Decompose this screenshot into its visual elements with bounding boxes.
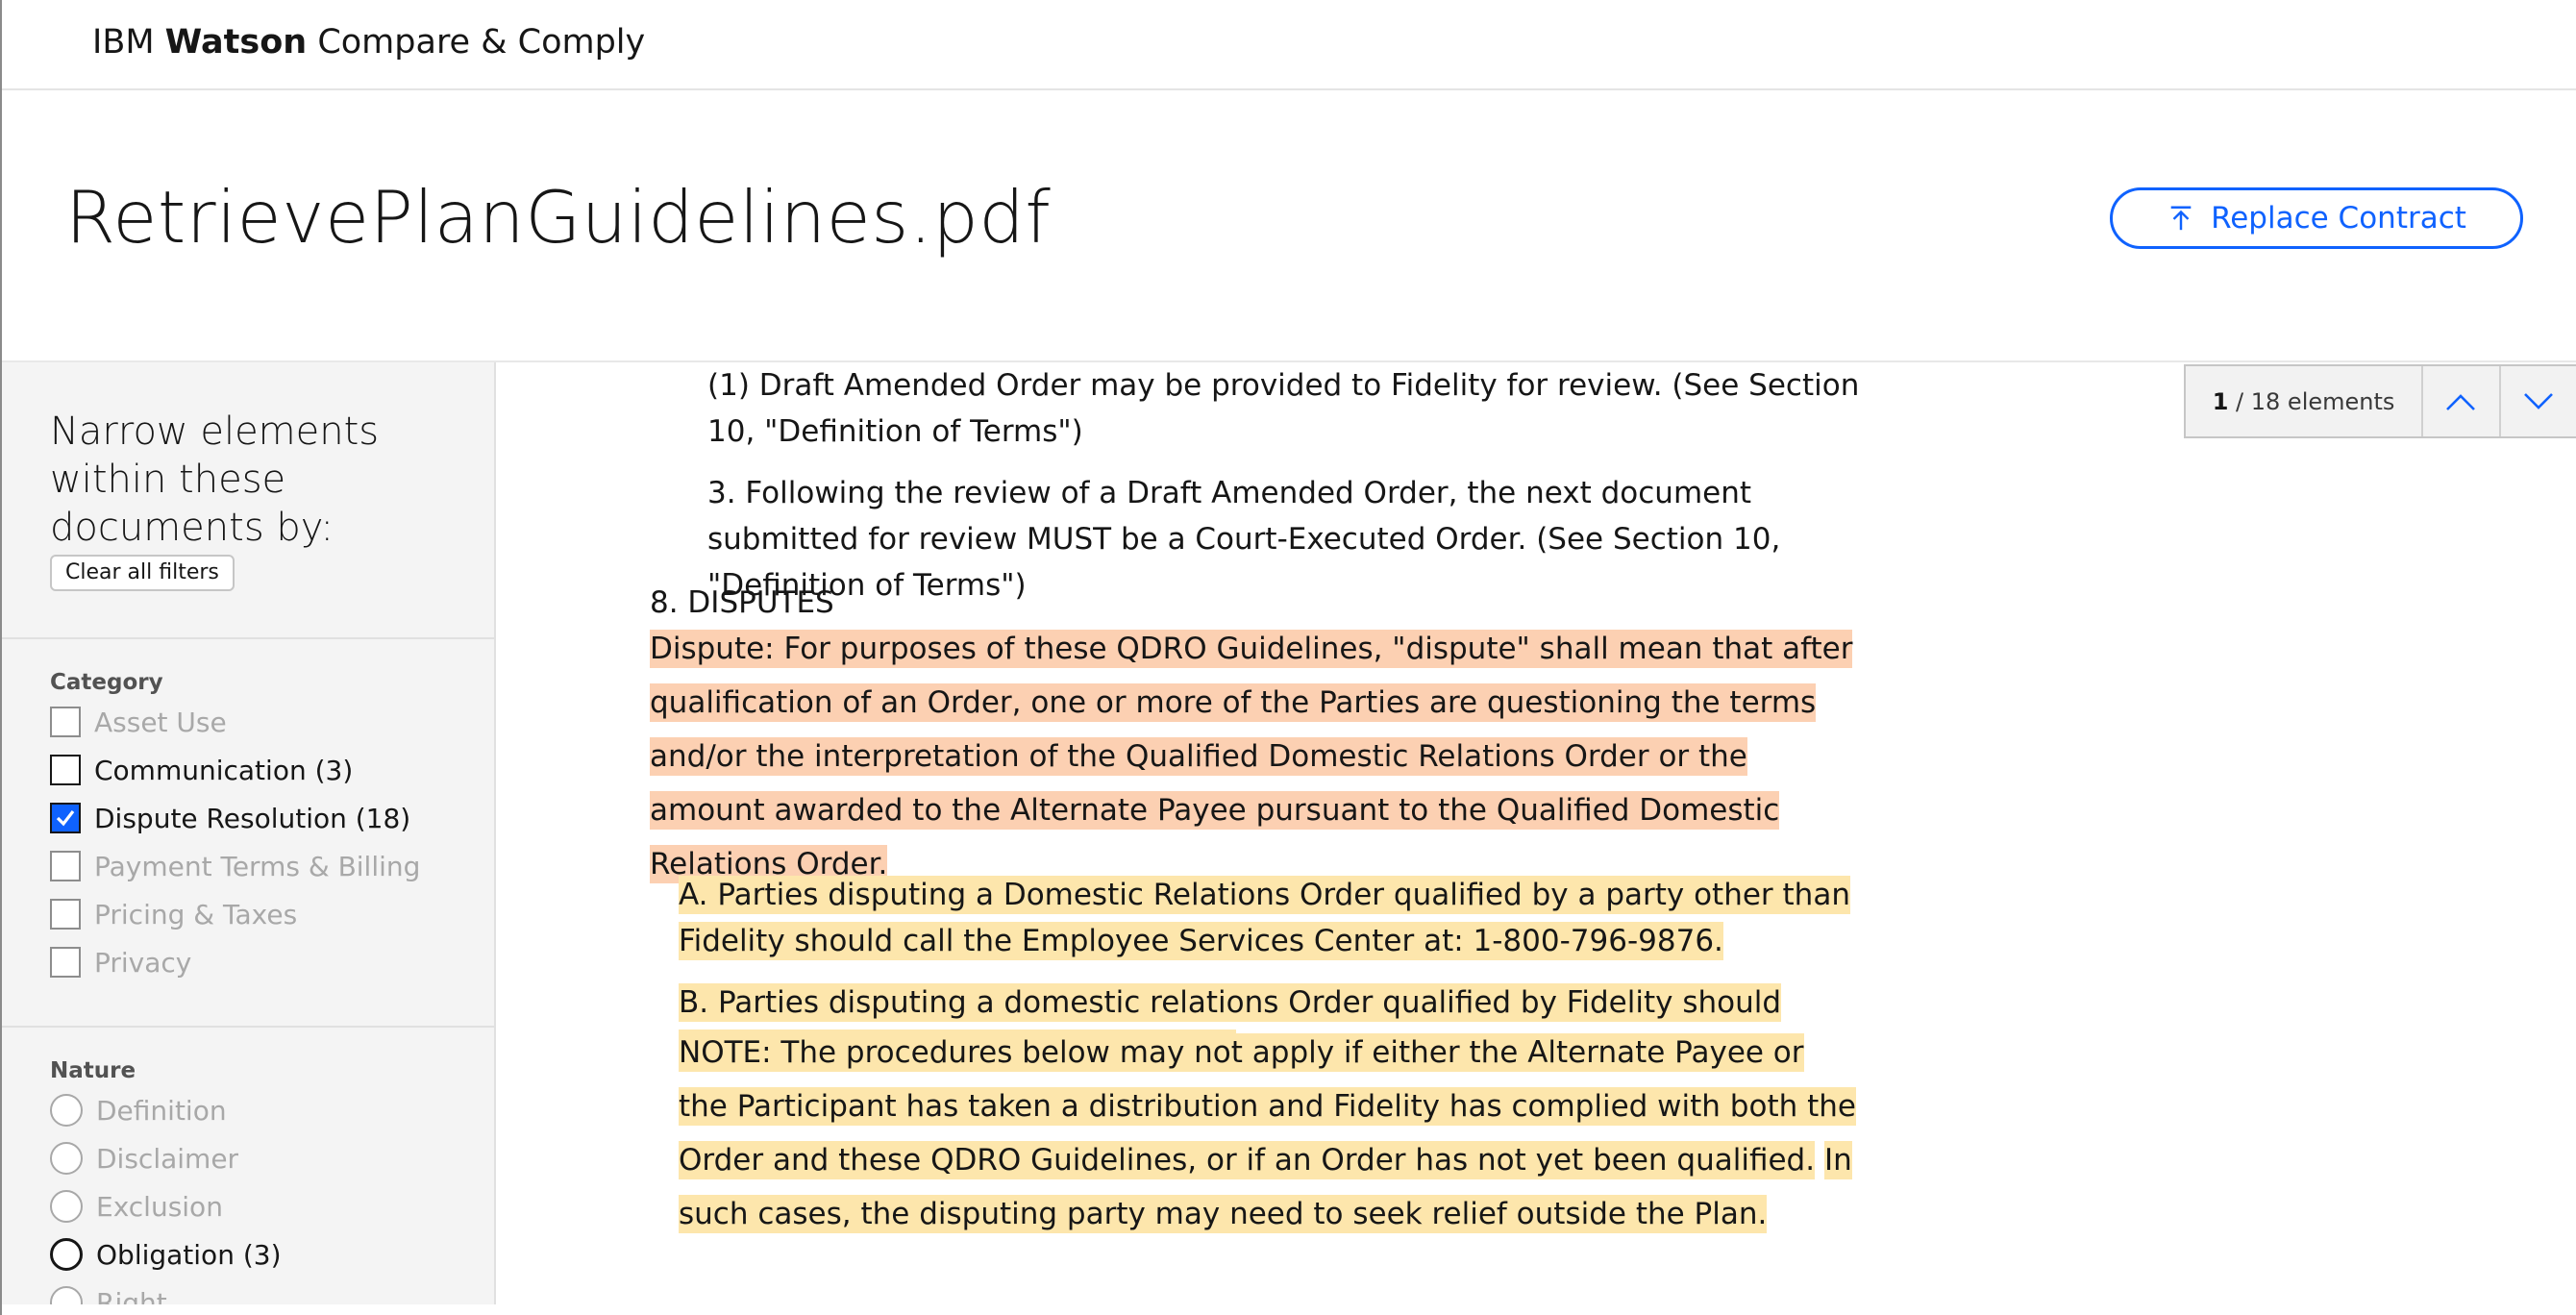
option-label: Disclaimer <box>96 1142 239 1175</box>
sidebar-divider <box>2 1026 494 1028</box>
option-label: Obligation (3) <box>96 1238 282 1271</box>
item-a-text: A. Parties disputing a Domestic Relation… <box>679 876 1850 960</box>
option-label: Privacy <box>94 946 192 979</box>
current-element: 1 <box>2212 387 2229 415</box>
upload-icon <box>2170 206 2192 231</box>
app-header: IBM Watson Compare & Comply <box>2 0 2576 90</box>
checkbox[interactable] <box>50 851 81 881</box>
category-option-pricing-taxes[interactable]: Pricing & Taxes <box>50 895 297 933</box>
filter-title: Narrow elements within these documents b… <box>50 409 380 550</box>
chevron-down-icon <box>2523 392 2553 409</box>
category-option-privacy[interactable]: Privacy <box>50 943 191 981</box>
category-option-dispute-resolution[interactable]: Dispute Resolution (18) <box>50 799 410 837</box>
nature-option-right[interactable]: Right <box>50 1283 167 1304</box>
option-label: Dispute Resolution (18) <box>94 802 411 834</box>
page-title: RetrievePlanGuidelines.pdf <box>65 175 1052 260</box>
highlighted-element-selected[interactable]: Dispute: For purposes of these QDRO Guid… <box>650 622 1861 891</box>
nature-option-definition[interactable]: Definition <box>50 1091 227 1129</box>
doc-paragraph: (1) Draft Amended Order may be provided … <box>707 368 1860 449</box>
chevron-up-icon <box>2446 393 2476 410</box>
checkmark-icon <box>56 810 75 827</box>
replace-contract-label: Replace Contract <box>2211 201 2466 236</box>
checkbox[interactable] <box>50 947 81 978</box>
replace-contract-button[interactable]: Replace Contract <box>2110 187 2523 249</box>
option-label: Communication (3) <box>94 754 354 786</box>
nature-option-disclaimer[interactable]: Disclaimer <box>50 1139 238 1178</box>
option-label: Right <box>96 1286 167 1305</box>
category-label: Category <box>50 670 163 695</box>
radio-button[interactable] <box>50 1238 83 1271</box>
checkbox[interactable] <box>50 899 81 930</box>
brand-prefix: IBM <box>92 23 155 62</box>
option-label: Asset Use <box>94 706 227 738</box>
brand-bold: Watson <box>164 23 308 62</box>
category-option-asset-use[interactable]: Asset Use <box>50 703 227 741</box>
radio-button[interactable] <box>50 1142 83 1175</box>
clear-all-filters-button[interactable]: Clear all filters <box>50 555 235 591</box>
radio-button[interactable] <box>50 1190 83 1223</box>
element-count: 1 / 18 elements <box>2186 366 2424 436</box>
checkbox[interactable] <box>50 755 81 785</box>
category-option-payment-terms[interactable]: Payment Terms & Billing <box>50 847 420 885</box>
note-text: NOTE: The procedures below may not apply… <box>679 1033 1856 1179</box>
radio-button[interactable] <box>50 1286 83 1304</box>
element-total: / 18 elements <box>2236 387 2395 415</box>
section-heading: 8. DISPUTES <box>650 585 834 620</box>
dispute-definition-text: Dispute: For purposes of these QDRO Guid… <box>650 630 1853 883</box>
option-label: Payment Terms & Billing <box>94 850 421 882</box>
option-label: Pricing & Taxes <box>94 898 298 930</box>
option-label: Exclusion <box>96 1190 223 1223</box>
brand-suffix: Compare & Comply <box>317 23 646 62</box>
highlighted-element[interactable]: NOTE: The procedures below may not apply… <box>679 1026 1861 1241</box>
option-label: Definition <box>96 1094 227 1127</box>
nature-option-exclusion[interactable]: Exclusion <box>50 1187 223 1226</box>
checkbox-checked[interactable] <box>50 803 81 833</box>
previous-element-button[interactable] <box>2423 366 2501 436</box>
app-brand: IBM Watson Compare & Comply <box>92 23 645 62</box>
category-option-communication[interactable]: Communication (3) <box>50 751 353 789</box>
nature-option-obligation[interactable]: Obligation (3) <box>50 1235 282 1274</box>
sidebar-divider <box>2 637 494 639</box>
highlighted-element[interactable]: A. Parties disputing a Domestic Relation… <box>679 872 1861 964</box>
filter-sidebar: Narrow elements within these documents b… <box>2 362 496 1304</box>
checkbox[interactable] <box>50 707 81 737</box>
element-pager: 1 / 18 elements <box>2184 364 2576 438</box>
document-viewer: (1) Draft Amended Order may be provided … <box>498 362 2576 1304</box>
next-element-button[interactable] <box>2501 366 2576 436</box>
nature-label: Nature <box>50 1058 136 1083</box>
radio-button[interactable] <box>50 1094 83 1127</box>
